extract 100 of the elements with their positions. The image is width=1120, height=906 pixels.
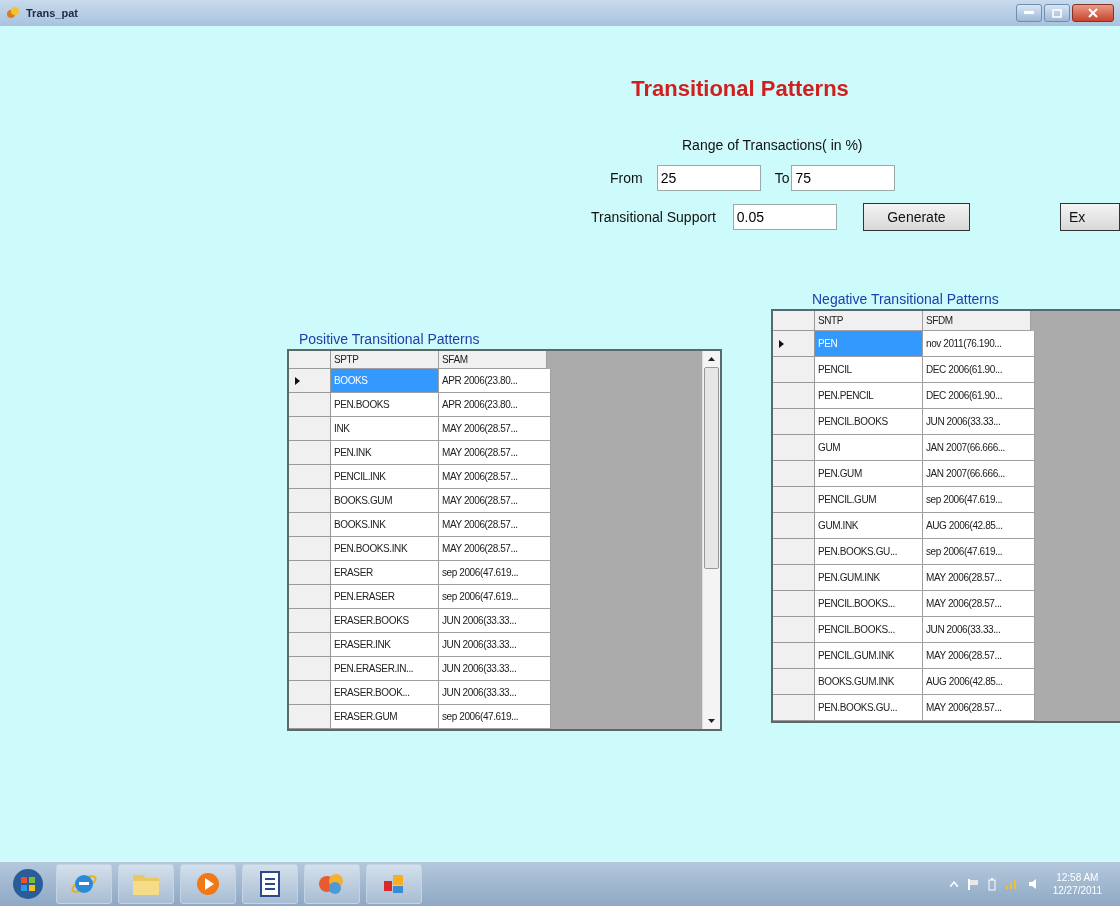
table-cell[interactable]: PENCIL.BOOKS	[815, 409, 923, 435]
row-header[interactable]	[773, 539, 815, 565]
row-header[interactable]	[289, 441, 331, 465]
from-field[interactable]: 25	[656, 165, 761, 191]
table-cell[interactable]: MAY 2006(28.57...	[439, 513, 551, 537]
row-header[interactable]	[773, 357, 815, 383]
row-header[interactable]	[289, 537, 331, 561]
minimize-button[interactable]	[1016, 4, 1042, 22]
to-field[interactable]: 75	[791, 165, 896, 191]
table-cell[interactable]: JAN 2007(66.666...	[923, 435, 1035, 461]
table-cell[interactable]: PEN.ERASER.IN...	[331, 657, 439, 681]
row-header[interactable]	[773, 513, 815, 539]
table-cell[interactable]: MAY 2006(28.57...	[439, 489, 551, 513]
table-cell[interactable]: MAY 2006(28.57...	[923, 695, 1035, 721]
media-player-icon[interactable]	[180, 864, 236, 904]
table-cell[interactable]: BOOKS.INK	[331, 513, 439, 537]
table-cell[interactable]: PENCIL	[815, 357, 923, 383]
table-cell[interactable]: PEN.GUM.INK	[815, 565, 923, 591]
row-header[interactable]	[773, 383, 815, 409]
close-button[interactable]	[1072, 4, 1114, 22]
vertical-scrollbar[interactable]	[702, 351, 720, 729]
row-header[interactable]	[773, 409, 815, 435]
table-cell[interactable]: PENCIL.GUM.INK	[815, 643, 923, 669]
table-cell[interactable]: PEN.ERASER	[331, 585, 439, 609]
table-cell[interactable]: ERASER.GUM	[331, 705, 439, 729]
app-icon[interactable]	[366, 864, 422, 904]
row-header[interactable]	[289, 561, 331, 585]
table-cell[interactable]: MAY 2006(28.57...	[923, 565, 1035, 591]
folder-icon[interactable]	[118, 864, 174, 904]
table-cell[interactable]: JUN 2006(33.33...	[439, 657, 551, 681]
row-header[interactable]	[773, 331, 815, 357]
row-header[interactable]	[289, 465, 331, 489]
table-cell[interactable]: MAY 2006(28.57...	[439, 537, 551, 561]
table-cell[interactable]: ERASER.INK	[331, 633, 439, 657]
table-cell[interactable]: JUN 2006(33.33...	[923, 617, 1035, 643]
table-cell[interactable]: DEC 2006(61.90...	[923, 383, 1035, 409]
row-header[interactable]	[773, 643, 815, 669]
row-header[interactable]	[773, 435, 815, 461]
exit-button[interactable]: Ex	[1060, 203, 1120, 231]
column-header[interactable]: SFAM	[439, 351, 547, 369]
table-cell[interactable]: JUN 2006(33.33...	[439, 633, 551, 657]
table-cell[interactable]: PEN.GUM	[815, 461, 923, 487]
table-cell[interactable]: ERASER.BOOKS	[331, 609, 439, 633]
table-cell[interactable]: JAN 2007(66.666...	[923, 461, 1035, 487]
battery-icon[interactable]	[987, 877, 996, 891]
table-cell[interactable]: JUN 2006(33.33...	[923, 409, 1035, 435]
row-header[interactable]	[773, 695, 815, 721]
table-cell[interactable]: PENCIL.BOOKS...	[815, 591, 923, 617]
table-cell[interactable]: MAY 2006(28.57...	[439, 441, 551, 465]
row-header[interactable]	[773, 669, 815, 695]
table-cell[interactable]: PEN.BOOKS	[331, 393, 439, 417]
row-header[interactable]	[289, 681, 331, 705]
table-cell[interactable]: AUG 2006(42.85...	[923, 513, 1035, 539]
document-icon[interactable]	[242, 864, 298, 904]
table-cell[interactable]: sep 2006(47.619...	[923, 539, 1035, 565]
table-cell[interactable]: PEN.BOOKS.GU...	[815, 695, 923, 721]
table-cell[interactable]: ERASER	[331, 561, 439, 585]
table-cell[interactable]: MAY 2006(28.57...	[923, 643, 1035, 669]
flag-icon[interactable]	[966, 878, 979, 890]
generate-button[interactable]: Generate	[862, 203, 970, 231]
table-cell[interactable]: INK	[331, 417, 439, 441]
row-header[interactable]	[289, 513, 331, 537]
row-header[interactable]	[289, 369, 331, 393]
table-cell[interactable]: sep 2006(47.619...	[923, 487, 1035, 513]
table-cell[interactable]: JUN 2006(33.33...	[439, 609, 551, 633]
column-header[interactable]: SPTP	[331, 351, 439, 369]
maximize-button[interactable]	[1044, 4, 1070, 22]
table-cell[interactable]: BOOKS.GUM.INK	[815, 669, 923, 695]
network-icon[interactable]	[1004, 878, 1019, 890]
row-header[interactable]	[289, 609, 331, 633]
table-cell[interactable]: PEN.PENCIL	[815, 383, 923, 409]
support-field[interactable]: 0.05	[732, 204, 837, 230]
table-cell[interactable]: sep 2006(47.619...	[439, 561, 551, 585]
table-cell[interactable]: PENCIL.INK	[331, 465, 439, 489]
table-cell[interactable]: sep 2006(47.619...	[439, 705, 551, 729]
table-cell[interactable]: BOOKS.GUM	[331, 489, 439, 513]
table-cell[interactable]: AUG 2006(42.85...	[923, 669, 1035, 695]
row-header[interactable]	[289, 657, 331, 681]
row-header[interactable]	[289, 417, 331, 441]
table-cell[interactable]: GUM.INK	[815, 513, 923, 539]
column-header[interactable]: SFDM	[923, 311, 1031, 331]
column-header[interactable]: SNTP	[815, 311, 923, 331]
row-header[interactable]	[289, 393, 331, 417]
table-cell[interactable]: MAY 2006(28.57...	[439, 417, 551, 441]
table-cell[interactable]: PEN.BOOKS.GU...	[815, 539, 923, 565]
table-cell[interactable]: GUM	[815, 435, 923, 461]
table-cell[interactable]: PEN.INK	[331, 441, 439, 465]
table-cell[interactable]: PENCIL.GUM	[815, 487, 923, 513]
browser-icon[interactable]	[56, 864, 112, 904]
table-cell[interactable]: MAY 2006(28.57...	[439, 465, 551, 489]
row-header[interactable]	[773, 617, 815, 643]
table-cell[interactable]: nov 2011(76.190...	[923, 331, 1035, 357]
table-cell[interactable]: JUN 2006(33.33...	[439, 681, 551, 705]
table-cell[interactable]: MAY 2006(28.57...	[923, 591, 1035, 617]
row-header[interactable]	[773, 461, 815, 487]
row-header[interactable]	[289, 705, 331, 729]
row-header[interactable]	[289, 585, 331, 609]
table-cell[interactable]: PENCIL.BOOKS...	[815, 617, 923, 643]
table-cell[interactable]: sep 2006(47.619...	[439, 585, 551, 609]
table-cell[interactable]: PEN.BOOKS.INK	[331, 537, 439, 561]
